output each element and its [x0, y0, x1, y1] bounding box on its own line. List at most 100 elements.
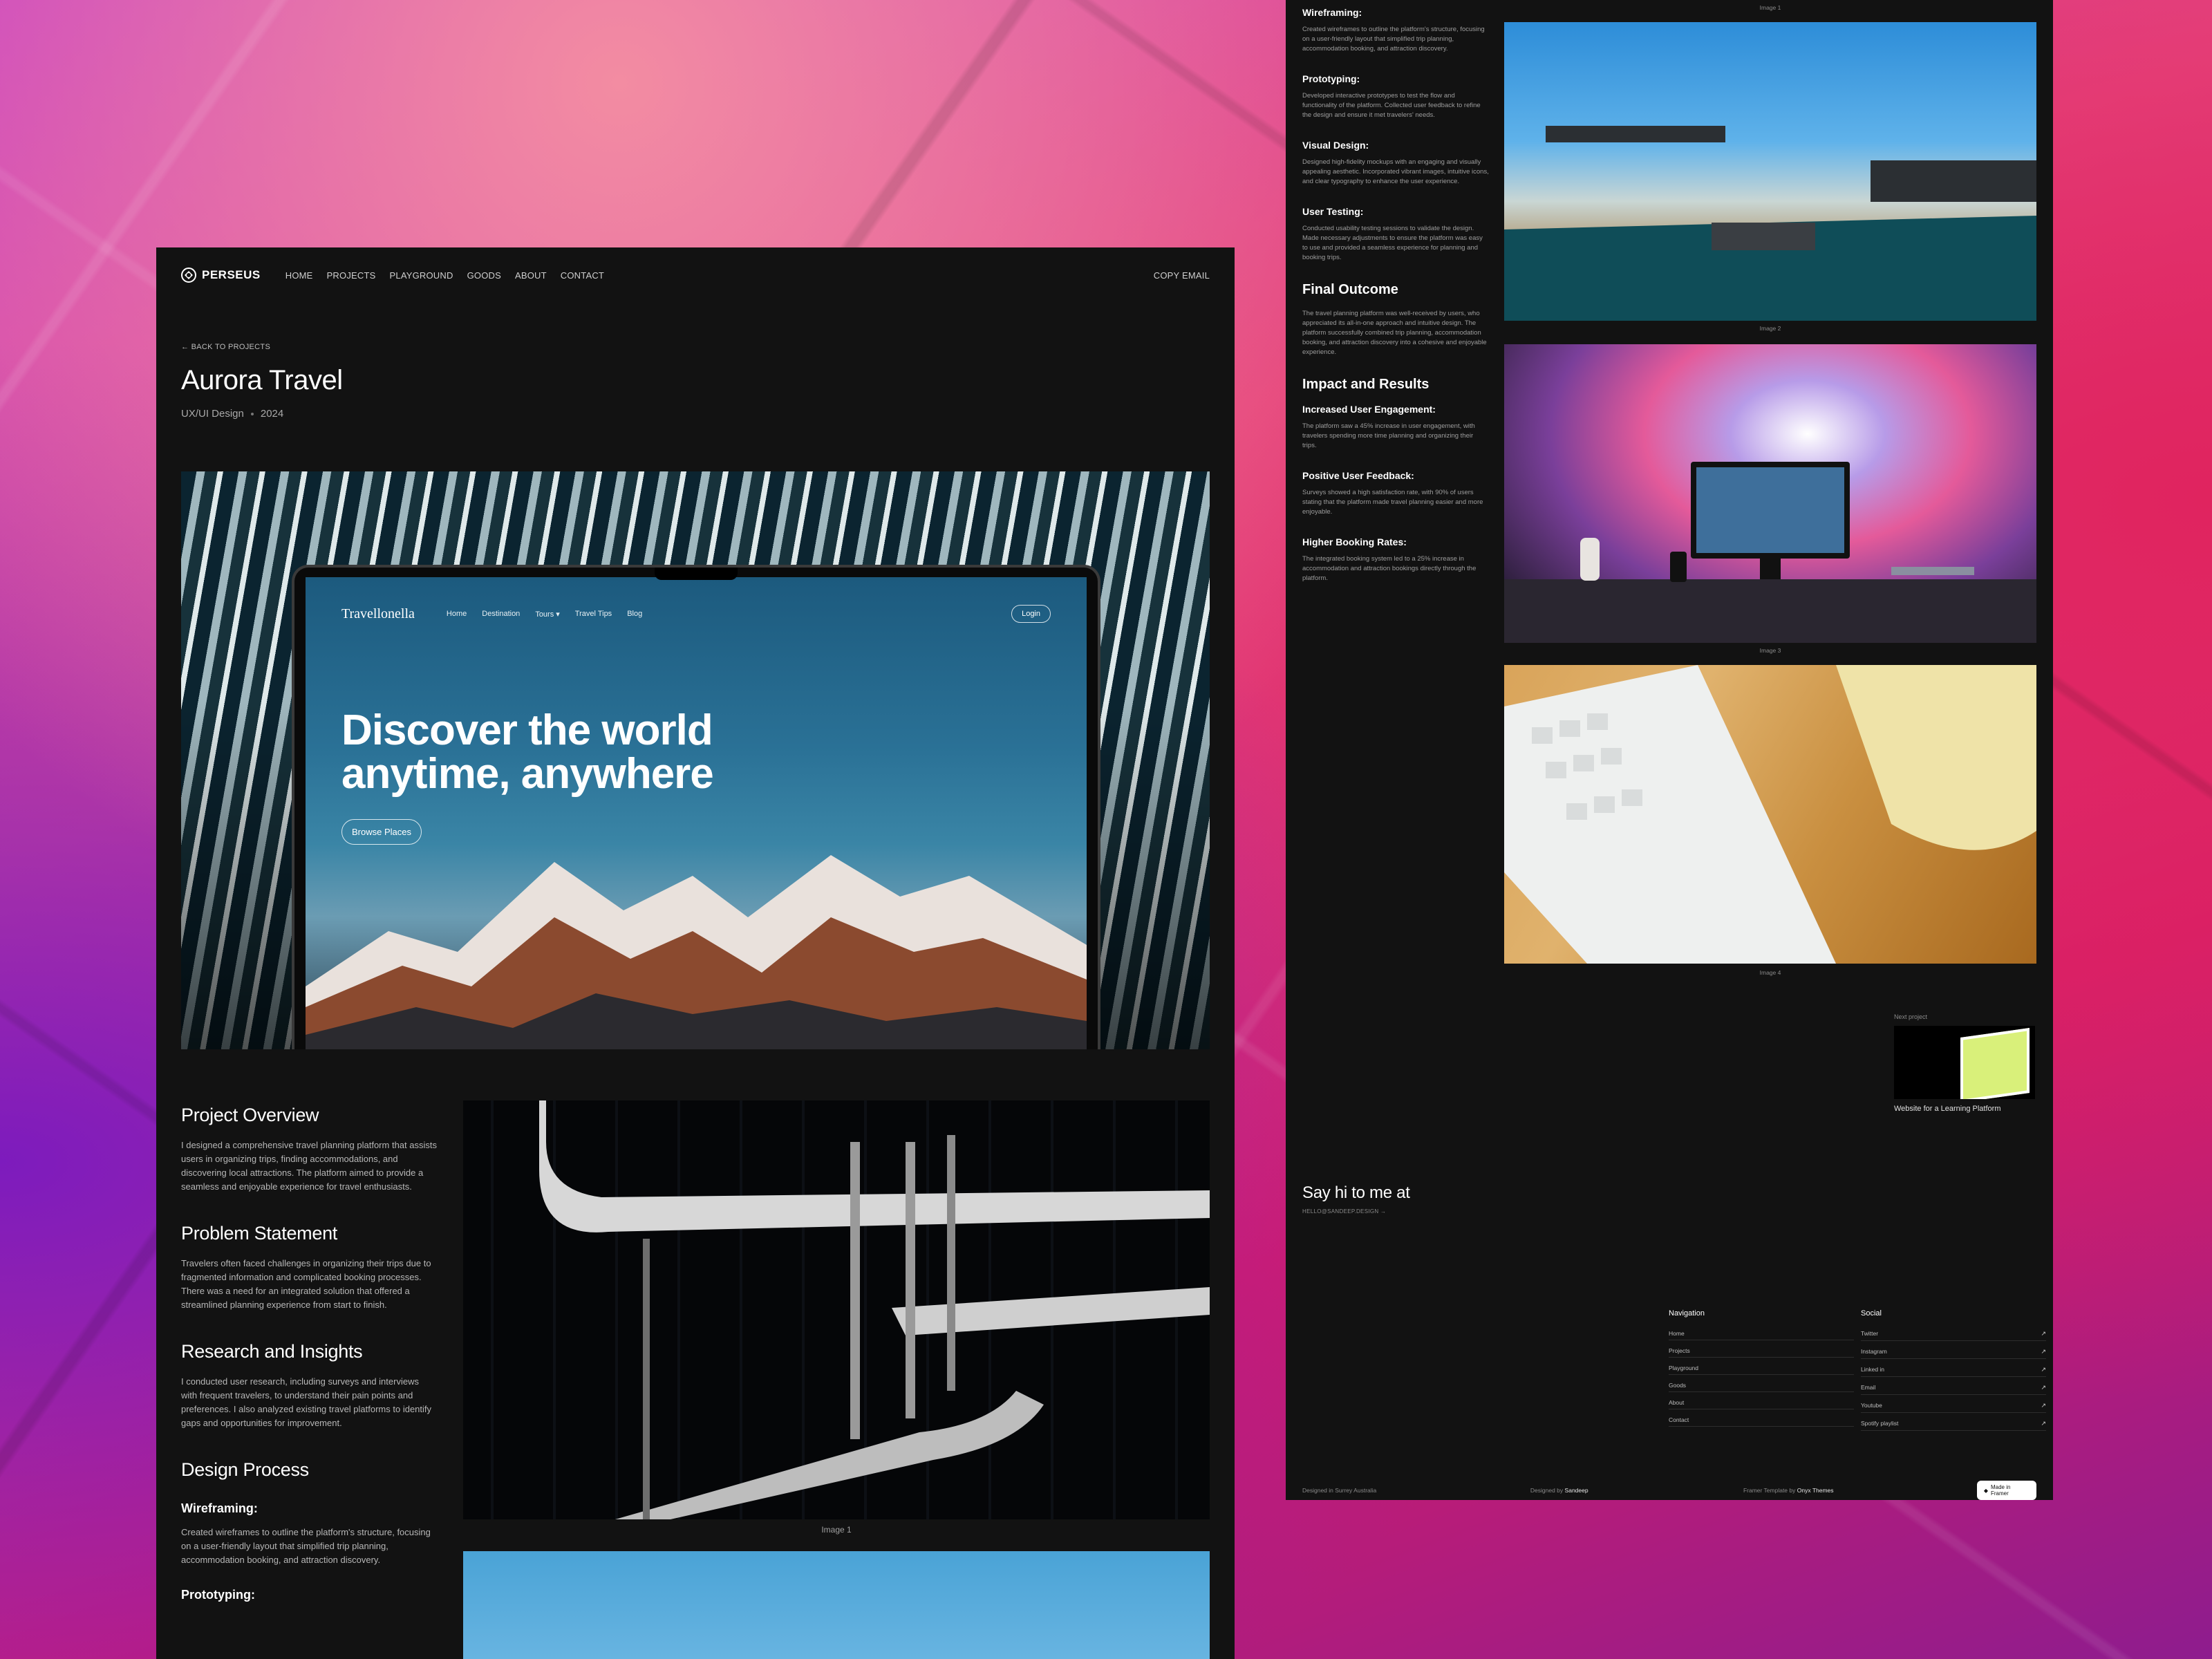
footer-nav-contact[interactable]: Contact [1669, 1414, 1854, 1427]
mockup-link-blog: Blog [627, 609, 643, 618]
visual-design-heading: Visual Design: [1302, 140, 1369, 151]
next-project-title[interactable]: Website for a Learning Platform [1894, 1105, 2000, 1113]
footer-nav-goods[interactable]: Goods [1669, 1379, 1854, 1392]
project-meta: UX/UI Design 2024 [181, 408, 283, 420]
engagement-heading: Increased User Engagement: [1302, 404, 1436, 415]
mockup-link-travel-tips: Travel Tips [574, 609, 612, 618]
mockup-headline-line-1: Discover the world [341, 706, 713, 754]
mockup-link-tours: Tours ▾ [535, 610, 560, 619]
next-project-label: Next project [1894, 1013, 1928, 1020]
visual-design-text: Designed high-fidelity mockups with an e… [1302, 158, 1489, 185]
template-by-label: Framer Template by [1743, 1487, 1796, 1494]
hero-mockup-image: Travellonella Home Destination Tours ▾ T… [181, 471, 1210, 1049]
footer-social-spotify-label: Spotify playlist [1861, 1420, 1899, 1427]
site-logo[interactable]: PERSEUS [181, 268, 261, 283]
footer-social: Social Twitter ↗ Instagram ↗ Linked in ↗ Em… [1861, 1309, 2046, 1435]
footer-social-youtube[interactable]: Youtube ↗ [1861, 1399, 2046, 1413]
nav-home[interactable]: HOME [285, 270, 313, 281]
desk-setup-image [1504, 344, 2036, 643]
footer-social-instagram[interactable]: Instagram ↗ [1861, 1345, 2046, 1359]
footer-navigation: Navigation Home Projects Playground Good… [1669, 1309, 1854, 1431]
external-link-icon: ↗ [2041, 1384, 2046, 1391]
external-link-icon: ↗ [2041, 1366, 2046, 1373]
made-in-framer-badge[interactable]: ◆ Made in Framer [1976, 1481, 2037, 1500]
image-1-caption: Image 1 [821, 1525, 852, 1535]
wireframing-heading-right: Wireframing: [1302, 7, 1362, 18]
mockup-link-destination: Destination [482, 609, 521, 618]
footer-nav-home-label: Home [1669, 1330, 1685, 1337]
project-category: UX/UI Design [181, 408, 244, 420]
footer-nav-projects-label: Projects [1669, 1347, 1690, 1354]
footer-designed-by: Designed by Sandeep [1530, 1487, 1743, 1494]
research-text: I conducted user research, including sur… [181, 1376, 432, 1428]
top-navigation: PERSEUS HOME PROJECTS PLAYGROUND GOODS A… [181, 261, 1210, 289]
research-heading: Research and Insights [181, 1341, 363, 1362]
feedback-text: Surveys showed a high satisfaction rate,… [1302, 489, 1483, 516]
footer-social-email[interactable]: Email ↗ [1861, 1381, 2046, 1395]
footer-nav-contact-label: Contact [1669, 1416, 1689, 1423]
mockup-headline: Discover the world anytime, anywhere [341, 706, 714, 798]
footer-location: Designed in Surrey Australia [1302, 1487, 1377, 1494]
architecture-graphic [539, 1100, 1210, 1519]
nav-projects[interactable]: PROJECTS [327, 270, 376, 281]
mockup-browse-button: Browse Places [341, 819, 422, 845]
mockup-site-nav: Travellonella Home Destination Tours ▾ T… [341, 605, 1051, 623]
engagement-text: The platform saw a 45% increase in user … [1302, 422, 1475, 449]
footer-nav-goods-label: Goods [1669, 1382, 1687, 1389]
external-link-icon: ↗ [2041, 1420, 2046, 1427]
template-author-link[interactable]: Onyx Themes [1797, 1487, 1834, 1494]
designer-name-link[interactable]: Sandeep [1565, 1487, 1588, 1494]
keyboard-image [1504, 665, 2036, 964]
footer-social-linkedin-label: Linked in [1861, 1366, 1885, 1373]
footer-nav-playground[interactable]: Playground [1669, 1362, 1854, 1375]
booking-heading: Higher Booking Rates: [1302, 536, 1407, 547]
nav-contact[interactable]: CONTACT [561, 270, 604, 281]
image-1-caption-top: Image 1 [1759, 4, 1781, 11]
footer-nav-projects[interactable]: Projects [1669, 1344, 1854, 1358]
mockup-site-logo: Travellonella [341, 606, 415, 621]
overview-text: I designed a comprehensive travel planni… [181, 1140, 437, 1192]
footer-social-instagram-label: Instagram [1861, 1348, 1887, 1355]
impact-heading: Impact and Results [1302, 377, 1430, 392]
footer-social-linkedin[interactable]: Linked in ↗ [1861, 1363, 2046, 1377]
design-process-heading: Design Process [181, 1459, 309, 1480]
footer-social-heading: Social [1861, 1309, 1882, 1318]
image-2-preview [463, 1551, 1210, 1659]
project-page-main: PERSEUS HOME PROJECTS PLAYGROUND GOODS A… [156, 247, 1235, 1659]
image-3-caption: Image 3 [1759, 647, 1781, 654]
wireframing-text-right: Created wireframes to outline the platfo… [1302, 26, 1485, 53]
mockup-headline-line-2: anytime, anywhere [341, 750, 714, 798]
next-project-thumbnail[interactable] [1894, 1026, 2035, 1099]
back-to-projects-link[interactable]: ← BACK TO PROJECTS [181, 343, 270, 351]
project-title: Aurora Travel [181, 365, 343, 395]
laptop-screen: Travellonella Home Destination Tours ▾ T… [306, 577, 1087, 1049]
nav-goods[interactable]: GOODS [467, 270, 501, 281]
copy-email-button[interactable]: COPY EMAIL [1154, 270, 1210, 281]
framer-badge-label: Made in Framer [1990, 1484, 2011, 1497]
prototyping-heading-right: Prototyping: [1302, 73, 1360, 84]
framer-icon: ◆ [1983, 1487, 1988, 1494]
contact-email-link[interactable]: HELLO@SANDEEP.DESIGN → [1302, 1208, 1386, 1215]
external-link-icon: ↗ [2041, 1348, 2046, 1355]
footer-social-twitter[interactable]: Twitter ↗ [1861, 1327, 2046, 1341]
external-link-icon: ↗ [2041, 1330, 2046, 1337]
footer-nav-heading: Navigation [1669, 1309, 1705, 1318]
project-page-continued: Wireframing: Created wireframes to outli… [1286, 0, 2053, 1500]
laptop-frame: Travellonella Home Destination Tours ▾ T… [292, 565, 1100, 1049]
nav-about[interactable]: ABOUT [515, 270, 547, 281]
pool-landscape-image [1504, 22, 2036, 321]
footer-nav-about[interactable]: About [1669, 1396, 1854, 1409]
mockup-login-button: Login [1011, 605, 1051, 623]
case-study-text-column-continued: Wireframing: Created wireframes to outli… [1302, 7, 1489, 603]
nav-playground[interactable]: PLAYGROUND [390, 270, 453, 281]
nav-links: HOME PROJECTS PLAYGROUND GOODS ABOUT CON… [285, 270, 604, 281]
image-4-caption: Image 4 [1759, 969, 1781, 976]
architecture-image [463, 1100, 1210, 1519]
booking-text: The integrated booking system led to a 2… [1302, 555, 1477, 582]
contact-heading: Say hi to me at [1302, 1183, 1410, 1202]
footer-nav-home[interactable]: Home [1669, 1327, 1854, 1340]
case-study-text-column: Project Overview I designed a comprehens… [181, 1105, 437, 1612]
desk-graphic [1504, 462, 2036, 643]
wireframing-heading: Wireframing: [181, 1501, 258, 1515]
footer-social-spotify[interactable]: Spotify playlist ↗ [1861, 1417, 2046, 1431]
